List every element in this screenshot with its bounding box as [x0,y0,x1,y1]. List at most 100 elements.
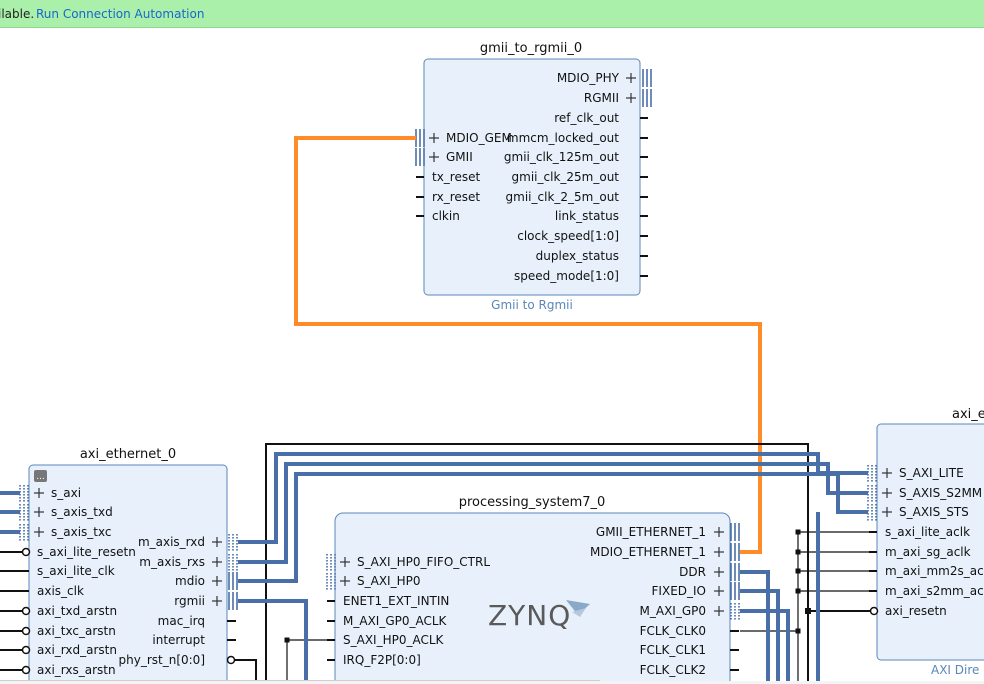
port-mdio[interactable]: mdio [175,574,205,588]
junction-aclk-1 [795,549,801,555]
port-s-axis-txc[interactable]: s_axis_txc [51,525,112,539]
junction-resetn [805,608,811,614]
port-clkin[interactable]: clkin [432,209,460,223]
port-clock-speed-1-0[interactable]: clock_speed[1:0] [517,229,619,243]
block-title-gmii-to-rgmii[interactable]: gmii_to_rgmii_0 [480,41,582,56]
port-duplex-status[interactable]: duplex_status [536,249,619,263]
pin-s-axis-txc[interactable] [19,524,29,541]
port-enet1-ext-intin[interactable]: ENET1_EXT_INTIN [343,594,449,608]
port-ddr[interactable]: DDR [679,565,706,579]
port-m-axis-rxs[interactable]: m_axis_rxs [139,555,205,569]
port-s-axis-sts[interactable]: S_AXIS_STS [899,505,969,519]
port-mdio-phy[interactable]: MDIO_PHY [557,71,620,85]
pin-m-axis-rxd[interactable] [228,534,238,551]
port-s-axi-lite[interactable]: S_AXI_LITE [899,466,964,480]
port-m-axi-mm2s-aclk[interactable]: m_axi_mm2s_aclk [885,564,984,578]
port-axis-clk[interactable]: axis_clk [37,584,84,598]
pin-mdio-ethernet-1[interactable] [730,543,740,561]
wire-hp0-aclk[interactable] [286,639,335,684]
pin-axi-txc-arstn-invert [21,626,31,636]
pin-s-axi[interactable] [19,485,29,502]
port-s-axi-lite-aclk[interactable]: s_axi_lite_aclk [885,525,970,539]
pin-s-axi-lite[interactable] [867,465,877,482]
port-ref-clk-out[interactable]: ref_clk_out [554,111,619,125]
pin-axi-rxs-arstn-invert [21,665,31,675]
pin-s-axis-s2mm[interactable] [867,485,877,502]
port-fixed-io[interactable]: FIXED_IO [652,584,706,598]
port-interrupt[interactable]: interrupt [152,633,205,647]
port-m-axi-s2mm-aclk[interactable]: m_axi_s2mm_aclk [885,584,984,598]
pin-phy-rst-n-0-0-invert [226,655,236,665]
pin-s-axis-sts[interactable] [867,504,877,521]
port-tx-reset[interactable]: tx_reset [432,170,480,184]
dma-block-body[interactable] [876,423,984,661]
port-axi-rxs-arstn[interactable]: axi_rxs_arstn [37,663,116,677]
pin-gmii-ethernet-1[interactable] [730,523,740,541]
junction-aclk-3 [795,588,801,594]
bus-rgmii[interactable] [238,599,308,684]
port-irq-f2p-0-0[interactable]: IRQ_F2P[0:0] [343,653,421,667]
block-design-canvas[interactable]: gmii_to_rgmii_0 axi_ethernet_0 processing_… [0,0,984,684]
port-axi-txc-arstn[interactable]: axi_txc_arstn [37,624,116,638]
pin-mdio[interactable] [228,572,238,590]
port-fclk-clk1[interactable]: FCLK_CLK1 [640,643,706,657]
pin-m-axi-gp0[interactable] [730,603,740,620]
pin-s-axi-hp0-fifo-ctrl[interactable] [326,554,336,571]
port-axi-rxd-arstn[interactable]: axi_rxd_arstn [37,643,117,657]
pin-s-axi-hp0[interactable] [326,573,336,590]
pin-axi-txd-arstn-invert [21,606,31,616]
pin-mdio-gem[interactable] [415,129,425,147]
port-gmii-clk-2-5m-out[interactable]: gmii_clk_2_5m_out [506,190,620,204]
pin-m-axis-rxs[interactable] [228,554,238,571]
port-speed-mode-1-0[interactable]: speed_mode[1:0] [514,269,619,283]
port-mmcm-locked-out[interactable]: mmcm_locked_out [507,131,619,145]
block-settings-icon-dots: ... [36,472,45,482]
port-mac-irq[interactable]: mac_irq [158,614,205,628]
zynq-logo: ZYNQ [488,599,571,632]
port-gmii-clk-25m-out[interactable]: gmii_clk_25m_out [512,170,620,184]
pin-gmii[interactable] [415,148,425,166]
port-m-axi-sg-aclk[interactable]: m_axi_sg_aclk [885,545,971,559]
port-s-axi-hp0-fifo-ctrl[interactable]: S_AXI_HP0_FIFO_CTRL [357,555,490,569]
port-gmii-ethernet-1[interactable]: GMII_ETHERNET_1 [596,525,706,539]
bus-ddr[interactable] [740,570,770,684]
bus-m-axi-gp0[interactable] [740,609,790,684]
port-m-axis-rxd[interactable]: m_axis_rxd [138,535,205,549]
port-axi-resetn[interactable]: axi_resetn [885,604,947,618]
port-gmii-clk-125m-out[interactable]: gmii_clk_125m_out [504,150,619,164]
pin-ddr[interactable] [730,563,740,581]
port-s-axi[interactable]: s_axi [51,486,81,500]
port-gmii[interactable]: GMII [446,150,473,164]
port-s-axi-lite-resetn[interactable]: s_axi_lite_resetn [37,545,136,559]
block-title-axi-ethernet[interactable]: axi_ethernet_0 [80,447,176,462]
pin-rgmii[interactable] [228,592,238,610]
port-mdio-gem[interactable]: MDIO_GEM [446,131,512,145]
port-rgmii[interactable]: RGMII [584,91,619,105]
bus-fixed-io[interactable] [740,589,780,684]
block-subtitle-gmii-to-rgmii: Gmii to Rgmii [491,298,573,312]
port-fclk-clk2[interactable]: FCLK_CLK2 [640,663,706,677]
pin-s-axis-txd[interactable] [19,504,29,521]
port-phy-rst-n-0-0[interactable]: phy_rst_n[0:0] [119,653,206,667]
port-rx-reset[interactable]: rx_reset [432,190,480,204]
junction-aclk-0 [795,529,801,535]
port-m-axi-gp0-aclk[interactable]: M_AXI_GP0_ACLK [343,614,448,628]
port-s-axis-txd[interactable]: s_axis_txd [51,505,113,519]
pin-rgmii[interactable] [642,89,652,107]
port-s-axis-s2mm[interactable]: S_AXIS_S2MM [899,486,982,500]
pin-s-axi-lite-resetn-invert [21,547,31,557]
pin-mdio-phy[interactable] [642,69,652,87]
port-s-axi-lite-clk[interactable]: s_axi_lite_clk [37,564,115,578]
port-link-status[interactable]: link_status [555,209,619,223]
port-axi-txd-arstn[interactable]: axi_txd_arstn [37,604,117,618]
block-title-processing-system7[interactable]: processing_system7_0 [459,495,606,510]
port-m-axi-gp0[interactable]: M_AXI_GP0 [640,604,707,618]
pin-axi-rxd-arstn-invert [21,645,31,655]
block-title-axi-dma[interactable]: axi_e [952,407,984,422]
port-s-axi-hp0-aclk[interactable]: S_AXI_HP0_ACLK [343,633,445,647]
port-mdio-ethernet-1[interactable]: MDIO_ETHERNET_1 [590,545,706,559]
pin-fixed-io[interactable] [730,582,740,600]
port-s-axi-hp0[interactable]: S_AXI_HP0 [357,574,420,588]
port-rgmii[interactable]: rgmii [174,594,205,608]
port-fclk-clk0[interactable]: FCLK_CLK0 [640,624,706,638]
